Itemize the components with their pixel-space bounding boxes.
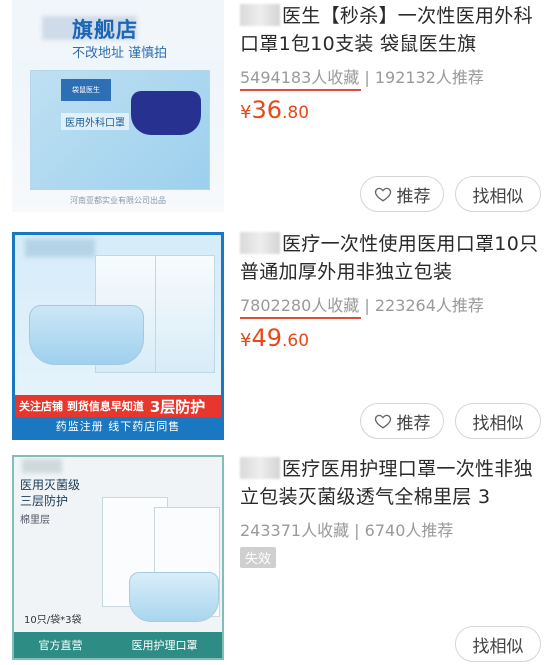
promo-bar: 关注店铺 到货信息早知道 3层防护 <box>15 395 221 417</box>
find-similar-button-label: 找相似 <box>472 413 524 434</box>
promo-subbar: 药监注册 线下药店同售 <box>15 417 221 437</box>
recommend-button-label: 推荐 <box>396 186 431 207</box>
product-item[interactable]: 旗舰店 不改地址 谨慎拍 袋鼠医生 医用外科口罩 河南亚都实业有限公司出品 医生… <box>0 0 550 225</box>
blurred-brand <box>25 239 95 257</box>
product-title[interactable]: 医生【秒杀】一次性医用外科口罩1包10支装 袋鼠医生旗 <box>240 2 540 58</box>
blurred-brand <box>240 457 280 479</box>
mask-box-image <box>155 255 215 373</box>
heart-icon <box>374 187 391 202</box>
product-thumbnail[interactable]: 医用灭菌级 三层防护 棉里层 10只/袋*3袋 官方直营 医用护理口罩 <box>12 455 224 660</box>
stats-separator: | <box>349 521 365 540</box>
find-similar-button-label: 找相似 <box>472 636 524 657</box>
product-stats: 5494183人收藏 | 192132人推荐 <box>240 64 484 91</box>
favorites-count: 7802280人收藏 <box>240 296 362 319</box>
find-similar-button[interactable]: 找相似 <box>455 403 541 439</box>
blurred-brand <box>240 232 280 254</box>
stats-separator: | <box>359 296 375 315</box>
find-similar-button[interactable]: 找相似 <box>455 626 541 662</box>
heart-icon <box>374 414 391 429</box>
mask-image <box>29 305 144 365</box>
blurred-brand <box>240 4 280 26</box>
find-similar-button-label: 找相似 <box>472 186 524 207</box>
status-badge: 失效 <box>240 547 277 568</box>
product-stats: 7802280人收藏 | 223264人推荐 <box>240 292 484 319</box>
mask-image <box>131 91 201 135</box>
favorites-underline <box>240 317 362 319</box>
product-price: ¥49.60 <box>240 324 310 352</box>
blurred-brand <box>22 459 62 473</box>
recommend-button[interactable]: 推荐 <box>360 176 444 212</box>
mask-image <box>129 572 219 622</box>
pack-brand: 袋鼠医生 <box>61 79 111 101</box>
stats-separator: | <box>359 68 375 87</box>
product-thumbnail[interactable]: 旗舰店 不改地址 谨慎拍 袋鼠医生 医用外科口罩 河南亚都实业有限公司出品 <box>12 0 224 212</box>
product-item[interactable]: 关注店铺 到货信息早知道 3层防护 药监注册 线下药店同售 医疗一次性使用医用口罩… <box>0 225 550 450</box>
product-item[interactable]: 医用灭菌级 三层防护 棉里层 10只/袋*3袋 官方直营 医用护理口罩 医疗医用… <box>0 450 550 665</box>
product-title[interactable]: 医疗一次性使用医用口罩10只普通加厚外用非独立包装 <box>240 230 540 286</box>
favorites-underline <box>240 89 362 91</box>
favorites-count: 243371人收藏 <box>240 521 350 540</box>
thumbnail-bottom-bar: 官方直营 医用护理口罩 <box>14 632 222 658</box>
recommends-count: 192132人推荐 <box>374 68 484 87</box>
recommends-count: 6740人推荐 <box>364 521 454 540</box>
pack-count: 10只/袋*3袋 <box>24 615 82 626</box>
thumbnail-footer: 河南亚都实业有限公司出品 <box>70 196 166 205</box>
product-info: 医疗医用护理口罩一次性非独立包装灭菌级透气全棉里层 3 243371人收藏 | … <box>240 455 540 568</box>
pack-label: 医用外科口罩 <box>61 113 129 130</box>
find-similar-button[interactable]: 找相似 <box>455 176 541 212</box>
product-info: 医生【秒杀】一次性医用外科口罩1包10支装 袋鼠医生旗 5494183人收藏 |… <box>240 2 540 124</box>
favorites-count: 5494183人收藏 <box>240 68 362 91</box>
product-thumbnail[interactable]: 关注店铺 到货信息早知道 3层防护 药监注册 线下药店同售 <box>12 232 224 440</box>
product-stats: 243371人收藏 | 6740人推荐 <box>240 517 453 541</box>
recommend-button[interactable]: 推荐 <box>360 403 444 439</box>
product-info: 医疗一次性使用医用口罩10只普通加厚外用非独立包装 7802280人收藏 | 2… <box>240 230 540 352</box>
product-title[interactable]: 医疗医用护理口罩一次性非独立包装灭菌级透气全棉里层 3 <box>240 455 540 511</box>
recommend-button-label: 推荐 <box>396 413 431 434</box>
recommends-count: 223264人推荐 <box>374 296 484 315</box>
mask-package-image: 袋鼠医生 医用外科口罩 <box>30 70 210 190</box>
product-price: ¥36.80 <box>240 96 310 124</box>
store-name: 旗舰店 <box>72 18 138 42</box>
store-slogan: 不改地址 谨慎拍 <box>72 46 168 61</box>
thumbnail-features: 医用灭菌级 三层防护 棉里层 <box>20 478 81 526</box>
